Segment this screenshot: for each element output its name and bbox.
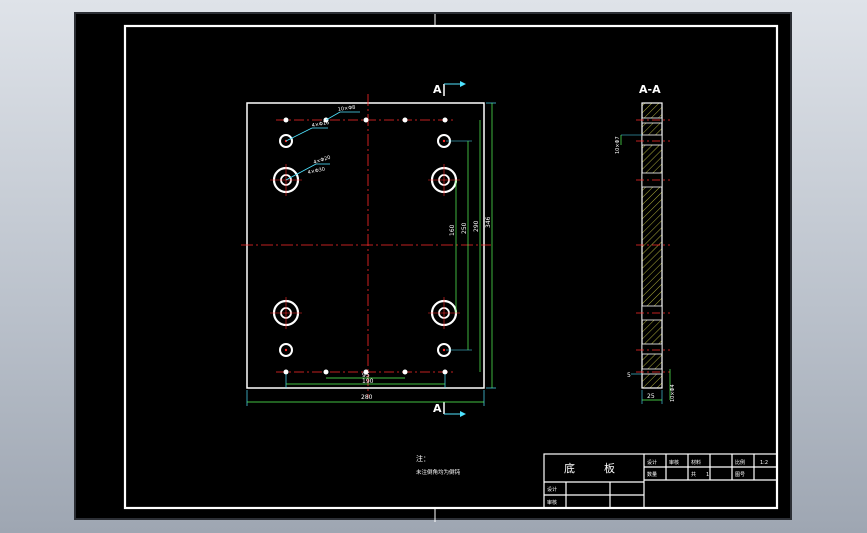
tb-sheet-label: 共	[691, 471, 696, 478]
svg-text:346: 346	[485, 216, 492, 228]
tb-checker-label: 审核	[669, 459, 679, 466]
tb-designer-label: 设计	[647, 459, 657, 466]
notes-line-1: 未注倒角均为倒钝	[416, 468, 461, 476]
svg-text:250: 250	[461, 222, 468, 234]
drawing-sheet: 4×Φ16 10×Φ8 4×Φ20 4×Φ30 A A 280 190 95 3…	[74, 12, 792, 522]
svg-text:10×Φ7: 10×Φ7	[615, 136, 621, 154]
tb-scale-value: 1:2	[760, 460, 768, 466]
svg-text:160: 160	[449, 224, 456, 236]
hole-note-phi30: 4×Φ30	[307, 166, 326, 176]
tb-material-label: 材料	[691, 459, 701, 466]
tb-drawing-no-label: 图号	[735, 472, 745, 478]
part-name-char-1: 底	[564, 461, 575, 475]
svg-text:10×Φ4: 10×Φ4	[670, 384, 676, 402]
dim-inner-95: 95	[326, 372, 405, 379]
dim-height-290: 290	[473, 120, 481, 372]
tb-qty-label: 数量	[647, 471, 657, 478]
svg-text:190: 190	[362, 378, 374, 385]
section-view	[636, 102, 670, 389]
svg-text:280: 280	[361, 394, 373, 401]
section-marker-top: A	[433, 81, 466, 96]
tb-scale-label: 比例	[735, 459, 745, 466]
svg-text:A: A	[433, 402, 442, 415]
notes-heading: 注：	[416, 454, 430, 463]
tb-designer-row-label: 设计	[547, 486, 557, 493]
cad-drawing: 4×Φ16 10×Φ8 4×Φ20 4×Φ30 A A 280 190 95 3…	[123, 14, 779, 522]
dim-height-346: 346	[485, 102, 496, 389]
dim-height-250: 250	[446, 140, 472, 351]
counterbored-holes	[270, 164, 460, 329]
tb-sheet-value: 1	[706, 472, 709, 478]
dim-height-160: 160	[449, 180, 457, 313]
svg-text:5: 5	[627, 372, 631, 379]
part-name-char-2: 板	[604, 461, 615, 475]
svg-text:A: A	[433, 83, 442, 96]
inner-border	[123, 24, 779, 510]
phi16-holes	[279, 134, 451, 357]
dim-width-280: 280	[246, 390, 485, 406]
svg-text:290: 290	[473, 220, 480, 232]
svg-text:95: 95	[362, 372, 370, 379]
section-view-title: A-A	[639, 83, 661, 96]
section-marker-bottom: A	[433, 402, 466, 417]
svg-text:25: 25	[647, 393, 655, 400]
tb-checker-row-label: 审核	[547, 499, 557, 506]
